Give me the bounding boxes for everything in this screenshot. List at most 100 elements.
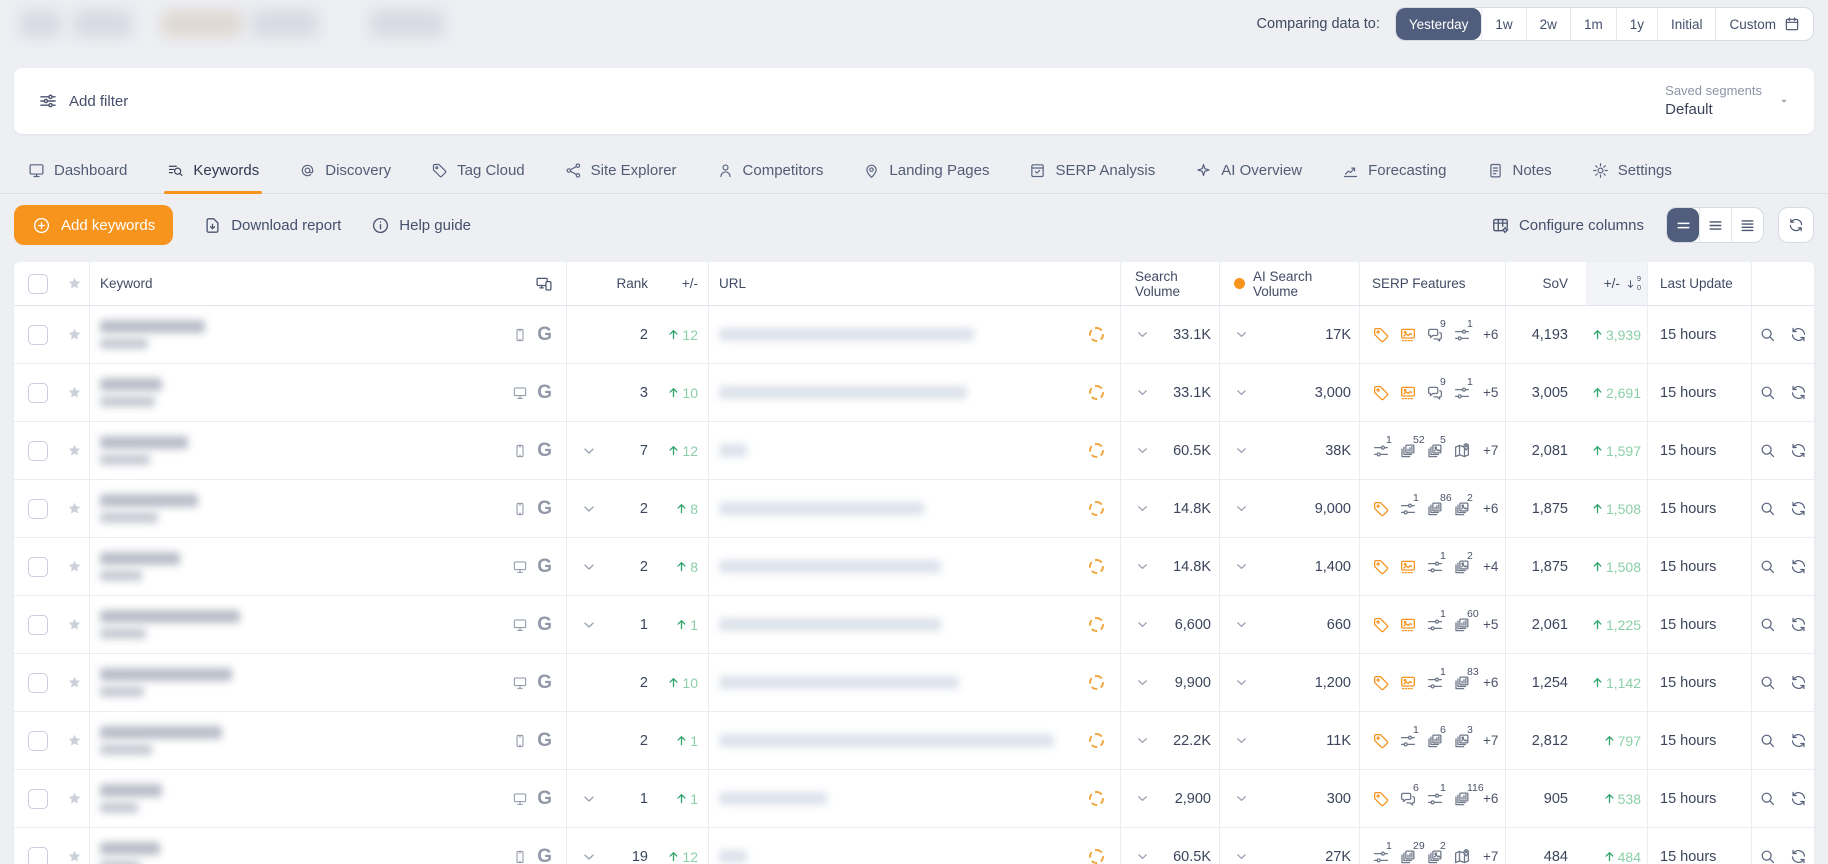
search-icon[interactable] (1759, 616, 1776, 633)
sov-change-column-header[interactable]: +/- (1604, 276, 1620, 291)
refresh-icon[interactable] (1790, 326, 1807, 343)
search-icon[interactable] (1759, 790, 1776, 807)
ai-search-volume-chevron-icon[interactable] (1234, 385, 1249, 400)
row-checkbox[interactable] (28, 788, 48, 809)
ai-search-volume-chevron-icon[interactable] (1234, 443, 1249, 458)
add-keywords-button[interactable]: Add keywords (14, 205, 174, 245)
period-1y-button[interactable]: 1y (1615, 8, 1657, 40)
density-option-3-button[interactable] (1731, 208, 1763, 242)
favorite-star-icon[interactable] (66, 384, 83, 401)
search-icon[interactable] (1759, 732, 1776, 749)
tab-ai-overview[interactable]: AI Overview (1195, 148, 1302, 193)
expand-row-chevron-icon[interactable] (581, 617, 597, 633)
favorite-star-icon[interactable] (66, 790, 83, 807)
search-icon[interactable] (1759, 500, 1776, 517)
add-filter-button[interactable]: Add filter (38, 91, 128, 111)
refresh-icon[interactable] (1790, 616, 1807, 633)
tab-discovery[interactable]: Discovery (299, 148, 391, 193)
favorite-star-icon[interactable] (66, 442, 83, 459)
last-update-column-header[interactable]: Last Update (1660, 276, 1733, 291)
search-volume-chevron-icon[interactable] (1135, 327, 1150, 342)
refresh-icon[interactable] (1790, 384, 1807, 401)
period-2w-button[interactable]: 2w (1525, 8, 1570, 40)
tab-competitors[interactable]: Competitors (717, 148, 823, 193)
search-icon[interactable] (1759, 384, 1776, 401)
row-checkbox[interactable] (28, 846, 48, 864)
refresh-icon[interactable] (1790, 790, 1807, 807)
row-checkbox[interactable] (28, 672, 48, 693)
row-checkbox[interactable] (28, 324, 48, 345)
tab-forecasting[interactable]: Forecasting (1342, 148, 1447, 193)
density-option-2-button[interactable] (1699, 208, 1731, 242)
search-volume-chevron-icon[interactable] (1135, 559, 1150, 574)
refresh-icon[interactable] (1790, 442, 1807, 459)
favorite-star-icon[interactable] (66, 558, 83, 575)
help-guide-button[interactable]: Help guide (371, 216, 471, 235)
favorite-star-icon[interactable] (66, 848, 83, 864)
sov-column-header[interactable]: SoV (1542, 276, 1568, 291)
ai-search-volume-chevron-icon[interactable] (1234, 501, 1249, 516)
url-column-header[interactable]: URL (719, 276, 746, 291)
expand-row-chevron-icon[interactable] (581, 849, 597, 864)
refresh-icon[interactable] (1790, 500, 1807, 517)
search-volume-chevron-icon[interactable] (1135, 385, 1150, 400)
tab-keywords[interactable]: Keywords (164, 148, 263, 194)
search-volume-chevron-icon[interactable] (1135, 733, 1150, 748)
rank-column-header[interactable]: Rank (597, 276, 648, 291)
density-option-1-button[interactable] (1667, 208, 1699, 242)
refresh-icon[interactable] (1790, 674, 1807, 691)
ai-search-volume-column-header[interactable]: AI Search Volume (1253, 269, 1351, 299)
refresh-icon[interactable] (1790, 732, 1807, 749)
search-volume-chevron-icon[interactable] (1135, 443, 1150, 458)
serp-features-column-header[interactable]: SERP Features (1372, 276, 1466, 291)
expand-row-chevron-icon[interactable] (581, 501, 597, 517)
ai-search-volume-chevron-icon[interactable] (1234, 675, 1249, 690)
search-volume-chevron-icon[interactable] (1135, 849, 1150, 864)
search-volume-column-header[interactable]: Search Volume (1135, 269, 1211, 299)
period-yesterday-button[interactable]: Yesterday (1395, 8, 1482, 40)
search-volume-chevron-icon[interactable] (1135, 791, 1150, 806)
row-checkbox[interactable] (28, 440, 48, 461)
row-checkbox[interactable] (28, 614, 48, 635)
configure-columns-button[interactable]: Configure columns (1491, 216, 1644, 235)
ai-search-volume-chevron-icon[interactable] (1234, 849, 1249, 864)
favorite-star-icon[interactable] (66, 500, 83, 517)
saved-segments-dropdown[interactable]: Saved segments Default (1665, 83, 1790, 119)
favorite-star-icon[interactable] (66, 732, 83, 749)
period-1m-button[interactable]: 1m (1569, 8, 1616, 40)
tab-tag-cloud[interactable]: Tag Cloud (431, 148, 525, 193)
keyword-column-header[interactable]: Keyword (100, 276, 153, 291)
ai-search-volume-chevron-icon[interactable] (1234, 791, 1249, 806)
period-1w-button[interactable]: 1w (1481, 8, 1525, 40)
tab-serp-analysis[interactable]: SERP Analysis (1029, 148, 1155, 193)
expand-row-chevron-icon[interactable] (581, 559, 597, 575)
tab-landing-pages[interactable]: Landing Pages (863, 148, 989, 193)
expand-row-chevron-icon[interactable] (581, 791, 597, 807)
search-icon[interactable] (1759, 442, 1776, 459)
search-icon[interactable] (1759, 674, 1776, 691)
period-custom-button[interactable]: Custom (1715, 8, 1813, 40)
period-initial-button[interactable]: Initial (1656, 8, 1716, 40)
search-volume-chevron-icon[interactable] (1135, 501, 1150, 516)
star-icon[interactable] (66, 275, 83, 292)
tab-dashboard[interactable]: Dashboard (28, 148, 127, 193)
favorite-star-icon[interactable] (66, 616, 83, 633)
refresh-icon[interactable] (1790, 848, 1807, 864)
row-checkbox[interactable] (28, 498, 48, 519)
search-icon[interactable] (1759, 848, 1776, 864)
ai-search-volume-chevron-icon[interactable] (1234, 327, 1249, 342)
rank-change-column-header[interactable]: +/- (648, 276, 698, 291)
tab-notes[interactable]: Notes (1487, 148, 1552, 193)
search-volume-chevron-icon[interactable] (1135, 617, 1150, 632)
download-report-button[interactable]: Download report (203, 216, 341, 235)
refresh-table-button[interactable] (1778, 207, 1814, 243)
favorite-star-icon[interactable] (66, 326, 83, 343)
expand-row-chevron-icon[interactable] (581, 443, 597, 459)
tab-settings[interactable]: Settings (1592, 148, 1672, 193)
tab-site-explorer[interactable]: Site Explorer (565, 148, 677, 193)
row-checkbox[interactable] (28, 730, 48, 751)
search-icon[interactable] (1759, 326, 1776, 343)
row-checkbox[interactable] (28, 556, 48, 577)
search-icon[interactable] (1759, 558, 1776, 575)
ai-search-volume-chevron-icon[interactable] (1234, 559, 1249, 574)
